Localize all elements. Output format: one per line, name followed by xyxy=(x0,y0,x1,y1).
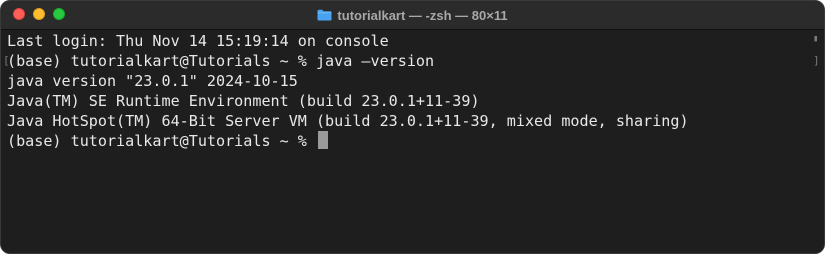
window-title: tutorialkart — -zsh — 80×11 xyxy=(337,7,508,23)
mark-bracket-left: [ xyxy=(3,54,10,67)
terminal-line: Last login: Thu Nov 14 15:19:14 on conso… xyxy=(7,32,389,50)
scroll-indicator-icon: ▮ xyxy=(813,34,819,44)
terminal-line: java version "23.0.1" 2024-10-15 xyxy=(7,72,298,90)
terminal-window: tutorialkart — -zsh — 80×11 Last login: … xyxy=(0,0,825,254)
window-title-group: tutorialkart — -zsh — 80×11 xyxy=(1,1,824,29)
terminal-line: Java(TM) SE Runtime Environment (build 2… xyxy=(7,92,480,110)
terminal-line: Java HotSpot(TM) 64-Bit Server VM (build… xyxy=(7,112,689,130)
text-cursor xyxy=(317,131,328,149)
title-bar[interactable]: tutorialkart — -zsh — 80×11 xyxy=(1,1,824,30)
mark-bracket-right: ] xyxy=(813,54,820,67)
prompt-text: (base) tutorialkart@Tutorials ~ % xyxy=(7,132,316,150)
prompt-line: (base) tutorialkart@Tutorials ~ % xyxy=(7,131,328,151)
folder-icon xyxy=(317,9,332,21)
terminal-line: (base) tutorialkart@Tutorials ~ % java —… xyxy=(7,52,435,70)
terminal-content[interactable]: Last login: Thu Nov 14 15:19:14 on conso… xyxy=(1,30,824,253)
